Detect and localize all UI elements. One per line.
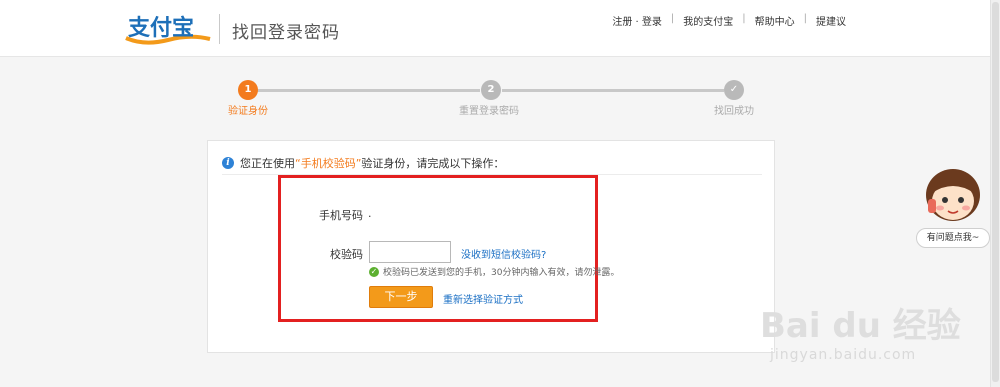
verification-code-input[interactable]: [369, 241, 451, 263]
my-alipay-link[interactable]: 我的支付宝: [674, 13, 742, 28]
baidu-watermark: Bai du 经验: [760, 306, 961, 346]
vertical-scrollbar[interactable]: [990, 0, 1000, 387]
alipay-logo[interactable]: 支付宝: [124, 12, 212, 46]
scrollbar-thumb[interactable]: [992, 2, 999, 382]
phone-label: 手机号码: [319, 209, 363, 222]
change-method-link[interactable]: 重新选择验证方式: [443, 291, 523, 306]
watermark-main: Bai du 经验: [760, 306, 961, 346]
resend-code-link[interactable]: 没收到短信校验码?: [461, 246, 546, 261]
step-connector: [250, 89, 480, 92]
register-login-link[interactable]: 注册 · 登录: [603, 13, 671, 28]
watermark-sub: jingyan.baidu.com: [770, 347, 917, 363]
help-center-link[interactable]: 帮助中心: [746, 13, 804, 28]
info-icon: i: [222, 156, 234, 169]
notice-prefix: 您正在使用: [240, 156, 295, 170]
step-connector: [502, 89, 724, 92]
helper-bubble[interactable]: 有问题点我~: [916, 228, 990, 248]
svg-text:支付宝: 支付宝: [128, 15, 194, 41]
step-2-label: 重置登录密码: [459, 106, 519, 117]
next-step-button[interactable]: 下一步: [369, 286, 433, 308]
step-3-check-icon: ✓: [724, 80, 744, 100]
tip-text: 校验码已发送到您的手机，30分钟内输入有效，请勿泄露。: [383, 268, 620, 278]
check-circle-icon: ✓: [369, 266, 379, 277]
phone-value: .: [368, 207, 372, 220]
top-header: 支付宝 找回登录密码 注册 · 登录 | 我的支付宝 | 帮助中心 | 提建议: [0, 0, 990, 57]
logo-divider: [219, 14, 220, 44]
notice-suffix: 验证身份，请完成以下操作：: [361, 156, 505, 170]
top-nav-links: 注册 · 登录 | 我的支付宝 | 帮助中心 | 提建议: [603, 13, 855, 28]
code-label: 校验码: [330, 248, 363, 261]
step-3-label: 找回成功: [714, 106, 754, 117]
step-2-circle: 2: [481, 80, 501, 100]
step-1-label: 验证身份: [228, 106, 268, 117]
verification-notice: i 您正在使用 “手机校验码” 验证身份，请完成以下操作：: [222, 151, 762, 175]
code-sent-tip: ✓ 校验码已发送到您的手机，30分钟内输入有效，请勿泄露。: [369, 265, 619, 278]
progress-steps: 1 验证身份 2 重置登录密码 ✓ 找回成功: [228, 80, 758, 120]
notice-method: “手机校验码”: [295, 156, 362, 170]
page-title: 找回登录密码: [232, 23, 340, 43]
feedback-link[interactable]: 提建议: [807, 13, 855, 28]
step-1-circle: 1: [238, 80, 258, 100]
